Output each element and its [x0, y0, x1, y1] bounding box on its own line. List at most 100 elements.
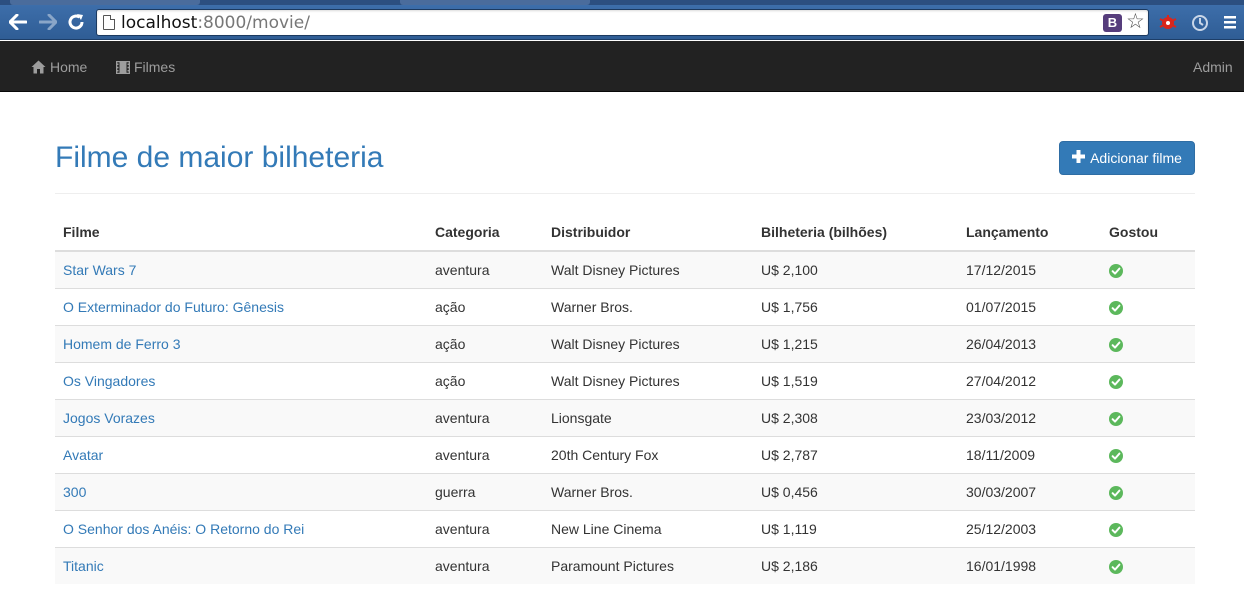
film-link[interactable]: Star Wars 7 — [63, 262, 136, 278]
release-date-cell: 27/04/2012 — [958, 361, 1101, 399]
liked-cell — [1101, 472, 1195, 510]
liked-cell — [1101, 546, 1195, 584]
table-row: Star Wars 7 aventura Walt Disney Pictures U… — [55, 251, 1195, 288]
box-office-cell: U$ 1,519 — [753, 361, 958, 399]
box-office-cell: U$ 2,100 — [753, 251, 958, 288]
browser-toolbar: localhost:8000/movie/ B ☆ — [0, 5, 1244, 40]
add-movie-button[interactable]: Adicionar filme — [1059, 141, 1195, 175]
liked-cell — [1101, 251, 1195, 288]
bootstrap-extension-icon[interactable]: B — [1103, 14, 1122, 32]
menu-icon[interactable] — [1222, 13, 1242, 33]
ok-sign-icon — [1109, 522, 1123, 537]
nav-films-label: Filmes — [134, 59, 176, 75]
film-link[interactable]: Titanic — [63, 558, 104, 574]
release-date-cell: 16/01/1998 — [958, 546, 1101, 584]
distributor-cell: Walt Disney Pictures — [543, 251, 753, 288]
table-row: Titanic aventura Paramount Pictures U$ 2,18… — [55, 546, 1195, 584]
header-divider — [55, 193, 1195, 194]
movies-table: Filme Categoria Distribuidor Bilheteria … — [55, 213, 1195, 584]
reload-icon[interactable] — [65, 11, 87, 33]
ok-sign-icon — [1109, 374, 1123, 389]
table-row: Homem de Ferro 3 ação Walt Disney Pictures… — [55, 324, 1195, 362]
nav-home-link[interactable]: Home — [31, 57, 87, 77]
page-title: Filme de maior bilheteria — [55, 141, 384, 174]
table-row: O Exterminador do Futuro: Gênesis ação War… — [55, 287, 1195, 325]
ok-sign-icon — [1109, 300, 1123, 315]
film-cell: Avatar — [55, 435, 427, 473]
add-movie-label: Adicionar filme — [1090, 150, 1182, 166]
category-cell: aventura — [427, 435, 543, 473]
category-cell: aventura — [427, 251, 543, 288]
film-cell: Os Vingadores — [55, 361, 427, 399]
box-office-cell: U$ 1,119 — [753, 509, 958, 547]
liked-cell — [1101, 361, 1195, 399]
film-cell: O Senhor dos Anéis: O Retorno do Rei — [55, 509, 427, 547]
ok-sign-icon — [1109, 337, 1123, 352]
plus-icon — [1072, 150, 1086, 166]
film-cell: 300 — [55, 472, 427, 510]
column-header-distributor: Distribuidor — [543, 213, 753, 252]
distributor-cell: Lionsgate — [543, 398, 753, 436]
distributor-cell: New Line Cinema — [543, 509, 753, 547]
box-office-cell: U$ 0,456 — [753, 472, 958, 510]
film-link[interactable]: Os Vingadores — [63, 373, 155, 389]
film-link[interactable]: O Exterminador do Futuro: Gênesis — [63, 299, 284, 315]
category-cell: aventura — [427, 509, 543, 547]
distributor-cell: Warner Bros. — [543, 287, 753, 325]
liked-cell — [1101, 287, 1195, 325]
table-row: Avatar aventura 20th Century Fox U$ 2,787 18… — [55, 435, 1195, 473]
release-date-cell: 30/03/2007 — [958, 472, 1101, 510]
table-row: O Senhor dos Anéis: O Retorno do Rei aven… — [55, 509, 1195, 547]
box-office-cell: U$ 1,756 — [753, 287, 958, 325]
film-cell: O Exterminador do Futuro: Gênesis — [55, 287, 427, 325]
box-office-cell: U$ 2,787 — [753, 435, 958, 473]
ok-sign-icon — [1109, 485, 1123, 500]
distributor-cell: 20th Century Fox — [543, 435, 753, 473]
box-office-cell: U$ 2,186 — [753, 546, 958, 584]
forward-arrow-icon[interactable] — [37, 11, 59, 33]
category-cell: guerra — [427, 472, 543, 510]
nav-films-link[interactable]: Filmes — [116, 57, 175, 77]
film-cell: Jogos Vorazes — [55, 398, 427, 436]
release-date-cell: 23/03/2012 — [958, 398, 1101, 436]
release-date-cell: 25/12/2003 — [958, 509, 1101, 547]
column-header-box-office: Bilheteria (bilhões) — [753, 213, 958, 252]
film-link[interactable]: O Senhor dos Anéis: O Retorno do Rei — [63, 521, 304, 537]
film-cell: Titanic — [55, 546, 427, 584]
nav-admin-link[interactable]: Admin — [1193, 57, 1233, 77]
table-row: 300 guerra Warner Bros. U$ 0,456 30/03/2007 — [55, 472, 1195, 510]
nav-home-label: Home — [50, 59, 88, 75]
distributor-cell: Walt Disney Pictures — [543, 361, 753, 399]
liked-cell — [1101, 398, 1195, 436]
release-date-cell: 18/11/2009 — [958, 435, 1101, 473]
film-link[interactable]: Avatar — [63, 447, 103, 463]
top-navbar: Home Filmes Admin — [0, 41, 1244, 92]
column-header-release: Lançamento — [958, 213, 1101, 252]
release-date-cell: 17/12/2015 — [958, 251, 1101, 288]
film-icon — [116, 60, 130, 74]
column-header-film: Filme — [55, 213, 427, 252]
film-cell: Homem de Ferro 3 — [55, 324, 427, 362]
category-cell: ação — [427, 287, 543, 325]
home-icon — [31, 60, 46, 74]
bug-extension-icon[interactable] — [1158, 13, 1178, 33]
film-cell: Star Wars 7 — [55, 251, 427, 288]
column-header-category: Categoria — [427, 213, 543, 252]
release-date-cell: 01/07/2015 — [958, 287, 1101, 325]
back-arrow-icon[interactable] — [7, 11, 29, 33]
table-header-row: Filme Categoria Distribuidor Bilheteria … — [55, 213, 1195, 252]
liked-cell — [1101, 435, 1195, 473]
sync-extension-icon[interactable] — [1190, 13, 1210, 33]
category-cell: ação — [427, 361, 543, 399]
film-link[interactable]: 300 — [63, 484, 86, 500]
distributor-cell: Paramount Pictures — [543, 546, 753, 584]
film-link[interactable]: Homem de Ferro 3 — [63, 336, 180, 352]
bookmark-star-icon[interactable]: ☆ — [1126, 10, 1145, 34]
film-link[interactable]: Jogos Vorazes — [63, 410, 155, 426]
distributor-cell: Warner Bros. — [543, 472, 753, 510]
release-date-cell: 26/04/2013 — [958, 324, 1101, 362]
url-text[interactable]: localhost:8000/movie/ — [121, 13, 310, 33]
category-cell: aventura — [427, 398, 543, 436]
ok-sign-icon — [1109, 263, 1123, 278]
address-bar[interactable]: localhost:8000/movie/ B ☆ — [96, 9, 1149, 36]
